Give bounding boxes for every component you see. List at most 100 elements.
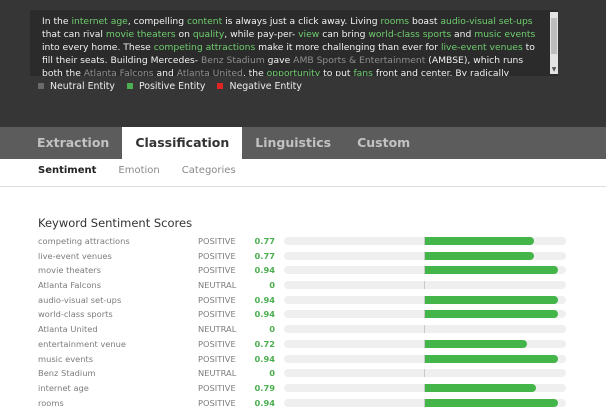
text-segment: , compelling	[127, 16, 187, 27]
sentiment-label: POSITIVE	[198, 294, 236, 305]
keyword-row: internet age POSITIVE 0.79	[38, 381, 578, 396]
legend-label: Positive Entity	[138, 80, 206, 92]
keyword-row: entertainment venue POSITIVE 0.72	[38, 337, 578, 352]
positive-entity-highlight: view	[298, 29, 320, 40]
score-bar-zero-marker	[424, 281, 425, 290]
score-bar-fill	[425, 383, 536, 392]
keyword-label: Atlanta Falcons	[38, 280, 102, 291]
score-bar-track	[284, 237, 566, 245]
tab-linguistics[interactable]: Linguistics	[242, 127, 344, 159]
keyword-row: music events POSITIVE 0.94	[38, 352, 578, 367]
keyword-row: audio-visual set-ups POSITIVE 0.94	[38, 293, 578, 308]
keyword-label: Benz Stadium	[38, 368, 96, 379]
score-bar-track	[284, 281, 566, 290]
text-segment: into every home. These	[42, 42, 154, 53]
text-segment: , while pay-per-	[224, 29, 299, 40]
sentiment-score: 0	[269, 324, 275, 335]
sentiment-score: 0.94	[254, 397, 275, 408]
text-segment: and	[451, 29, 475, 40]
tab-extraction[interactable]: Extraction	[24, 127, 122, 159]
sentiment-label: NEUTRAL	[198, 368, 237, 379]
positive-entity-highlight: rooms	[380, 16, 410, 27]
keyword-section-title: Keyword Sentiment Scores	[38, 216, 193, 230]
keyword-label: Atlanta United	[38, 324, 98, 335]
subtab-categories[interactable]: Categories	[182, 165, 236, 176]
score-bar-track	[284, 369, 566, 378]
positive-entity-highlight: world-class sports	[368, 29, 452, 40]
score-bar-zero-marker	[424, 325, 425, 334]
input-text-box[interactable]: In the internet age, compelling content …	[30, 10, 558, 76]
sentiment-score: 0.72	[254, 338, 275, 349]
keyword-row: Atlanta United NEUTRAL 0	[38, 322, 578, 337]
text-segment: In the	[42, 16, 72, 27]
positive-entity-highlight: music events	[474, 29, 536, 40]
sentiment-score: 0	[269, 368, 275, 379]
text-segment: can bring	[319, 29, 369, 40]
text-scrollbar[interactable]: ▼	[550, 12, 558, 74]
positive-entity-highlight: movie theaters	[105, 29, 176, 40]
score-bar-fill	[425, 310, 558, 319]
subtab-sentiment[interactable]: Sentiment	[38, 165, 96, 176]
sentiment-label: POSITIVE	[198, 309, 236, 320]
positive-entity-highlight: competing attractions	[153, 42, 256, 53]
positive-entity-highlight: fans	[353, 68, 373, 76]
sentiment-label: POSITIVE	[198, 353, 236, 364]
sentiment-label: POSITIVE	[198, 382, 236, 393]
sentiment-score: 0.94	[254, 309, 275, 320]
positive-entity-highlight: audio-visual set-ups	[440, 16, 533, 27]
sentiment-score: 0.94	[254, 353, 275, 364]
neutral-entity-highlight: AMB Sports & Entertainment	[293, 55, 426, 66]
score-bar-track	[284, 354, 566, 363]
text-segment: gave	[264, 55, 294, 66]
sentiment-score: 0.94	[254, 294, 275, 305]
entity-legend: Neutral Entity Positive Entity Negative En…	[38, 79, 314, 93]
sub-tabs: Sentiment Emotion Categories	[38, 165, 258, 176]
score-bar-track	[284, 266, 566, 275]
sentiment-label: POSITIVE	[198, 265, 236, 276]
legend-item: Negative Entity	[217, 80, 302, 92]
score-bar-fill	[425, 339, 527, 348]
score-bar-track	[284, 310, 566, 319]
keyword-label: audio-visual set-ups	[38, 294, 122, 305]
keyword-row: live-event venues POSITIVE 0.77	[38, 249, 578, 264]
sentiment-label: POSITIVE	[198, 397, 236, 408]
score-bar-zero-marker	[424, 369, 425, 378]
score-bar-track	[284, 398, 566, 407]
score-bar-track	[284, 339, 566, 348]
subtab-emotion[interactable]: Emotion	[118, 165, 159, 176]
analysis-panel: In the internet age, compelling content …	[0, 0, 606, 127]
score-bar-fill	[425, 398, 558, 407]
keyword-row: competing attractions POSITIVE 0.77	[38, 234, 578, 249]
input-text: In the internet age, compelling content …	[30, 10, 558, 76]
score-bar-fill	[425, 354, 558, 363]
score-bar-fill	[425, 266, 558, 275]
sentiment-score: 0.94	[254, 265, 275, 276]
score-bar-track	[284, 251, 566, 260]
keyword-row: rooms POSITIVE 0.94	[38, 396, 578, 410]
score-bar-track	[284, 295, 566, 304]
legend-label: Negative Entity	[229, 80, 302, 92]
legend-swatch-icon	[126, 83, 133, 89]
positive-entity-highlight: quality	[192, 29, 225, 40]
keyword-label: movie theaters	[38, 265, 101, 276]
score-bar-track	[284, 325, 566, 334]
scrollbar-thumb[interactable]	[551, 18, 557, 54]
sentiment-score: 0.77	[254, 236, 275, 246]
sentiment-label: POSITIVE	[198, 236, 236, 246]
text-segment: is always just a click away. Living	[222, 16, 381, 27]
tab-custom[interactable]: Custom	[344, 127, 423, 159]
legend-swatch-icon	[38, 83, 44, 89]
tab-classification[interactable]: Classification	[122, 127, 243, 159]
keyword-label: world-class sports	[38, 309, 113, 320]
score-bar-fill	[425, 295, 558, 304]
positive-entity-highlight: live-event venues	[440, 42, 523, 53]
sentiment-score: 0.79	[254, 382, 275, 393]
legend-item: Positive Entity	[126, 80, 206, 92]
positive-entity-highlight: content	[187, 16, 223, 27]
sentiment-score: 0	[269, 280, 275, 291]
keyword-label: internet age	[38, 382, 89, 393]
scroll-down-arrow-icon[interactable]: ▼	[551, 67, 557, 73]
sentiment-label: NEUTRAL	[198, 280, 237, 291]
text-segment: make it more challenging than ever for	[255, 42, 441, 53]
keyword-label: competing attractions	[38, 236, 130, 246]
